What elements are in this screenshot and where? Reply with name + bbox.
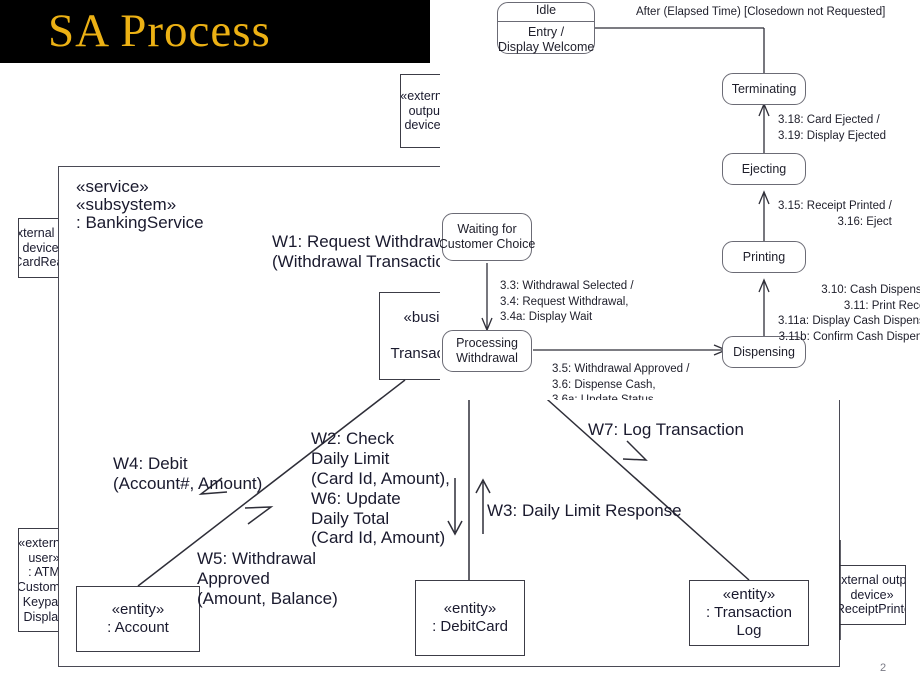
processing-withdrawal-state-label: Processing Withdrawal (456, 336, 518, 365)
waiting-for-customer-choice-state[interactable]: Waiting for Customer Choice (440, 213, 536, 261)
slide-title-bar: SA Process (0, 0, 430, 63)
transition-label-waiting-to-processing: 3.3: Withdrawal Selected / 3.4: Request … (500, 280, 634, 324)
transition-label-printing-to-ejecting: 3.15: Receipt Printed / 3.16: Eject (778, 200, 892, 228)
transition-label-ejecting-to-terminating: 3.18: Card Ejected / 3.19: Display Eject… (778, 114, 887, 142)
message-w1: W1: Request Withdrawal (Withdrawal Trans… (272, 232, 461, 271)
message-w2-w6: W2: Check Daily Limit (Card Id, Amount),… (311, 429, 450, 548)
message-w4: W4: Debit (Account#, Amount) (113, 454, 263, 493)
transition-label-dispensing-to-printing: 3.10: Cash Dispensed / 3.11: Print Recei… (778, 284, 920, 343)
printing-state-label: Printing (742, 249, 786, 264)
message-w3: W3: Daily Limit Response (487, 501, 682, 520)
idle-state-label: Idle (498, 0, 594, 22)
printing-state[interactable]: Printing (722, 241, 806, 273)
terminating-state-label: Terminating (731, 81, 797, 96)
ejecting-state[interactable]: Ejecting (722, 153, 806, 185)
transition-label-processing-to-dispensing: 3.5: Withdrawal Approved / 3.6: Dispense… (552, 363, 690, 400)
page-title: SA Process (48, 5, 271, 57)
message-w7: W7: Log Transaction (588, 420, 744, 439)
terminating-state[interactable]: Terminating (722, 73, 806, 105)
idle-state[interactable]: Idle Entry / Display Welcome (497, 2, 595, 54)
waiting-for-customer-choice-state-label: Waiting for Customer Choice (440, 222, 536, 251)
idle-state-body: Entry / Display Welcome (498, 24, 595, 54)
message-w5: W5: Withdrawal Approved (Amount, Balance… (197, 549, 338, 608)
dispensing-state-label: Dispensing (733, 344, 795, 359)
transition-label-terminating-to-idle: After (Elapsed Time) [Closedown not Requ… (636, 6, 886, 18)
ejecting-state-label: Ejecting (741, 161, 787, 176)
processing-withdrawal-state[interactable]: Processing Withdrawal (442, 330, 532, 372)
page-number: 2 (880, 662, 887, 674)
state-machine-diagram: Idle Entry / Display Welcome Terminating… (440, 0, 920, 400)
